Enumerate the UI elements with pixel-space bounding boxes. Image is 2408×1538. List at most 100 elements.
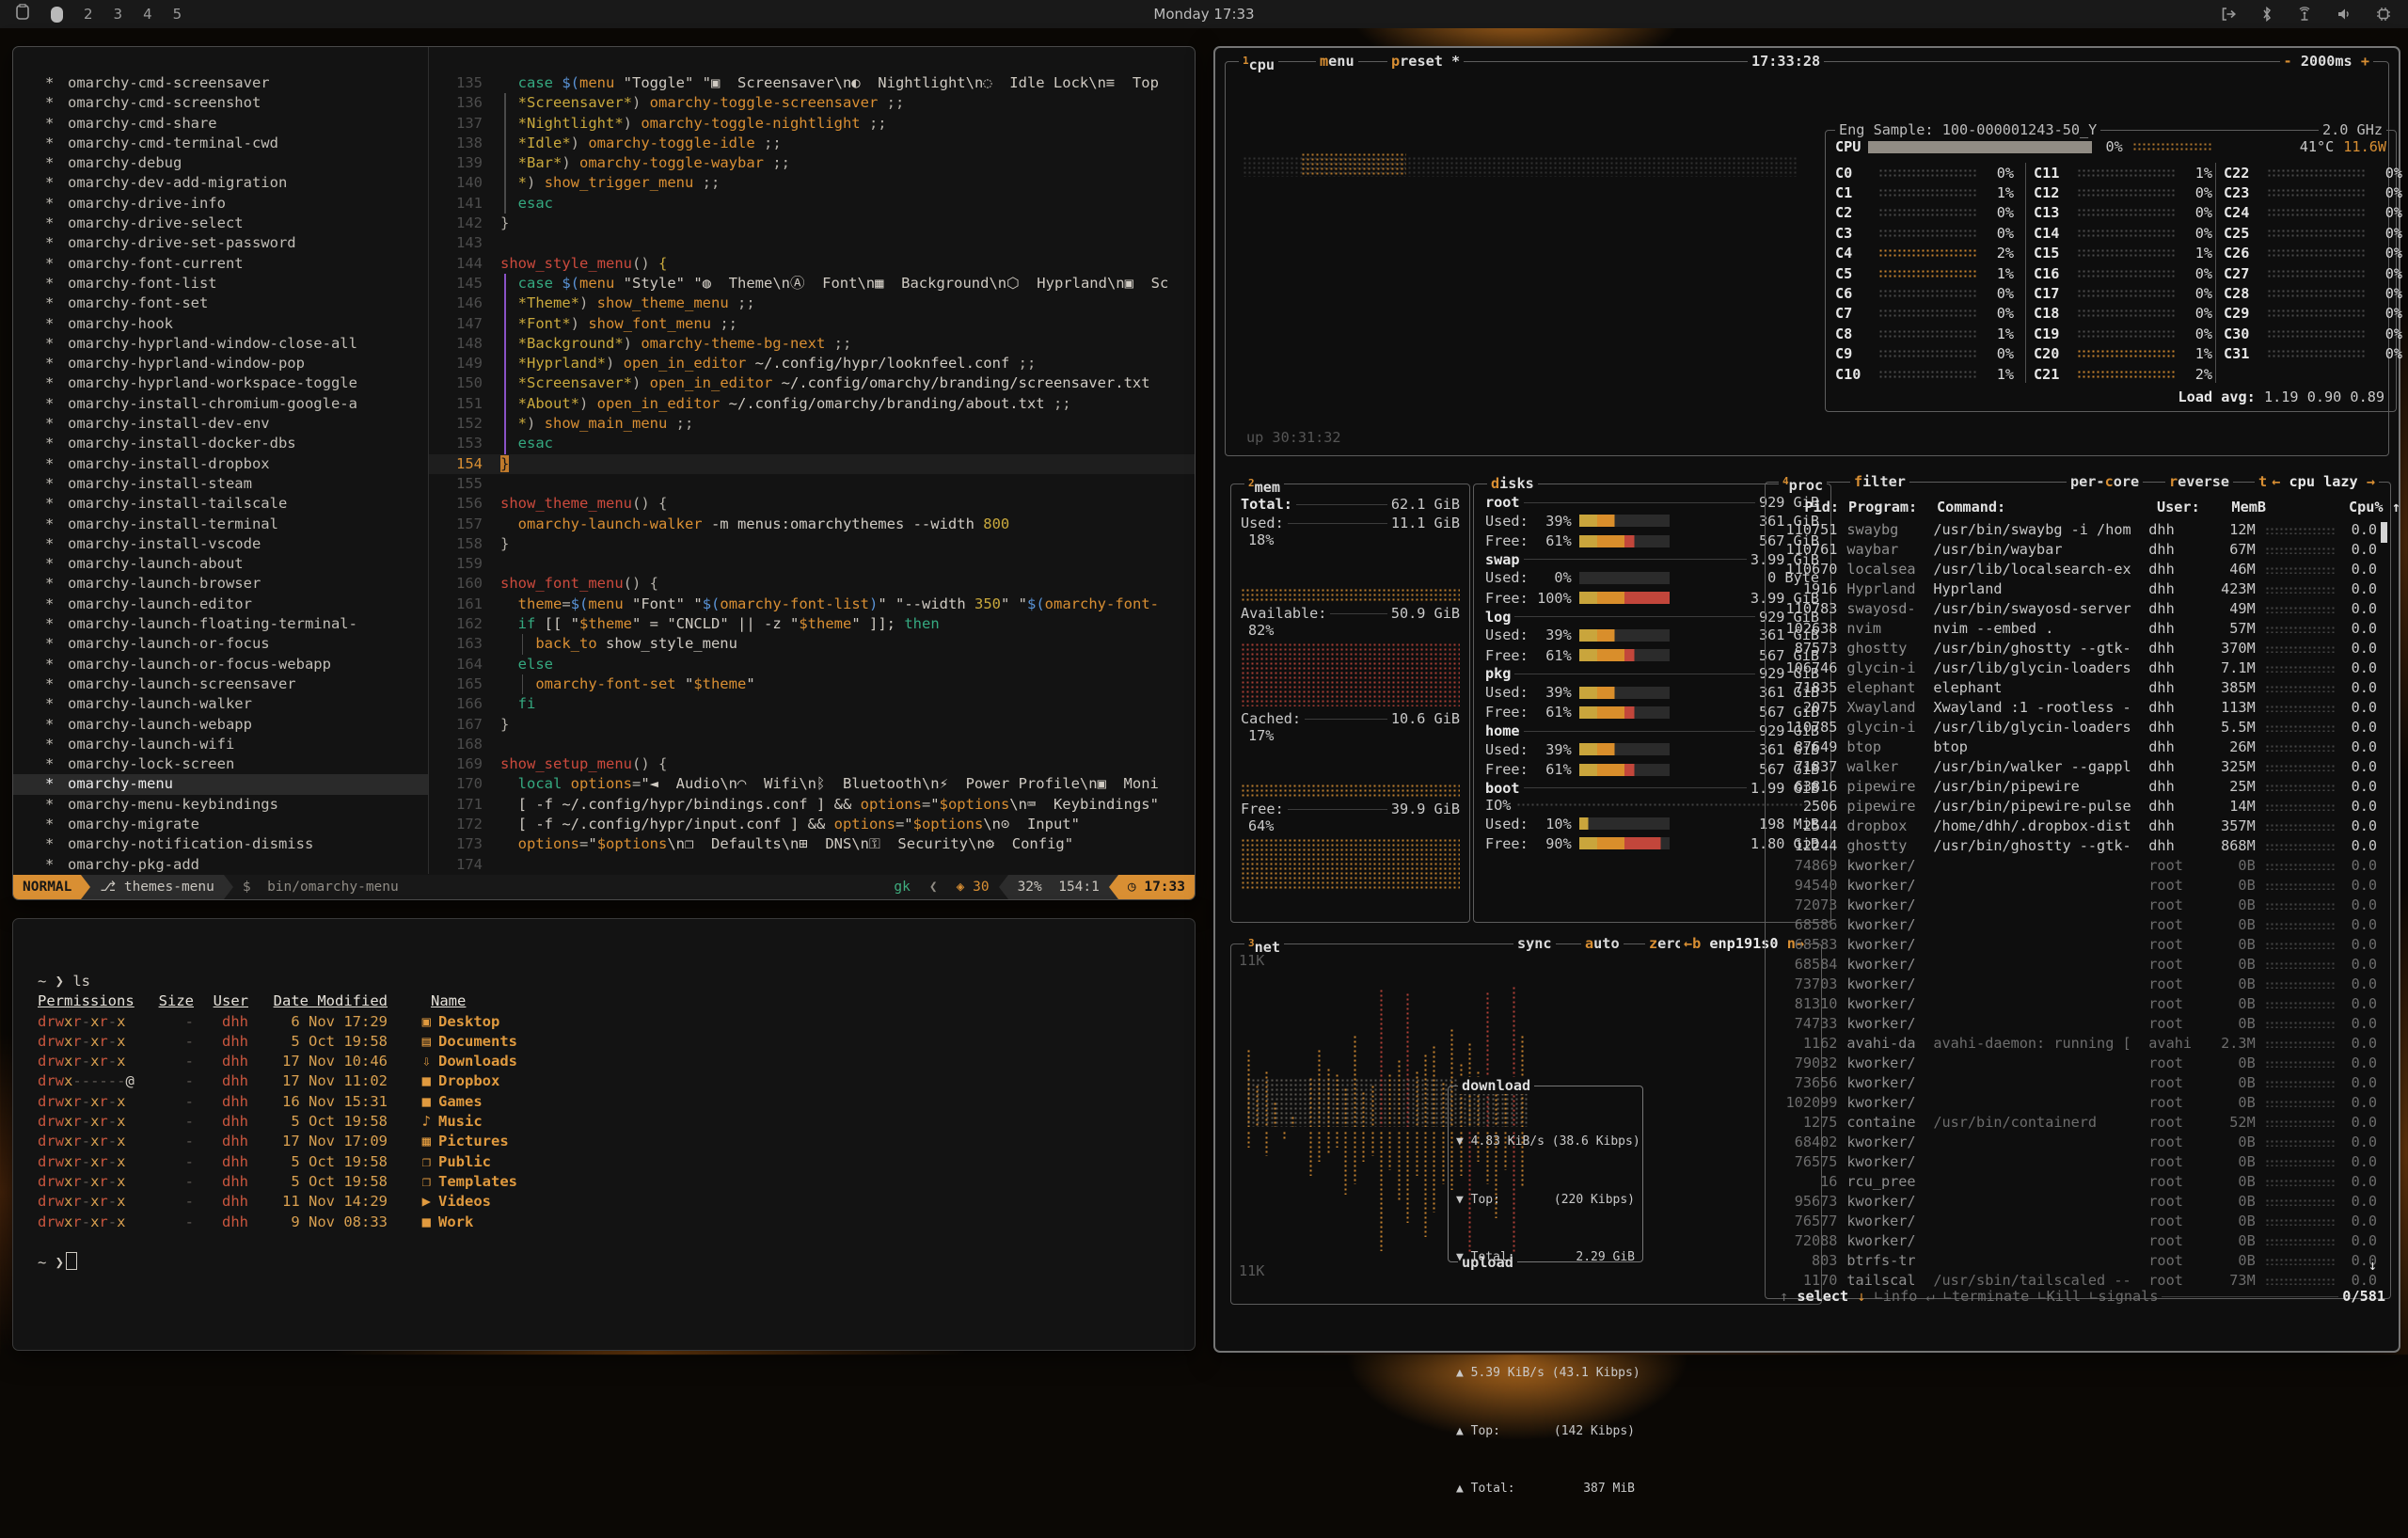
select-action[interactable]: select bbox=[1797, 1288, 1848, 1305]
info-action[interactable]: ∟ bbox=[1875, 1288, 1883, 1305]
process-row[interactable]: 1162avahi-daavahi-daemon: running [avahi… bbox=[1771, 1034, 2377, 1054]
file-item[interactable]: *omarchy-drive-select bbox=[13, 214, 428, 233]
process-row[interactable]: 94540kworker/root0B0.0 bbox=[1771, 876, 2377, 896]
process-row[interactable]: 68583kworker/root0B0.0 bbox=[1771, 935, 2377, 955]
process-row[interactable]: 95673kworker/root0B0.0 bbox=[1771, 1192, 2377, 1212]
process-row[interactable]: 81310kworker/root0B0.0 bbox=[1771, 994, 2377, 1014]
process-row[interactable]: 110761waybar/usr/bin/waybardhh67M0.0 bbox=[1771, 540, 2377, 560]
update-interval[interactable]: - 2000ms + bbox=[2280, 53, 2374, 70]
process-row[interactable]: 74733kworker/root0B0.0 bbox=[1771, 1014, 2377, 1034]
process-row[interactable]: 1275containe/usr/bin/containerdroot52M0.… bbox=[1771, 1113, 2377, 1133]
process-row[interactable]: 87573ghostty/usr/bin/ghostty --gtk-dhh37… bbox=[1771, 639, 2377, 658]
ls-row[interactable]: drwxr-xr-x-dhh9 Nov 08:33■Work bbox=[38, 1213, 1176, 1232]
signals-action[interactable]: ∟ bbox=[2089, 1288, 2098, 1305]
file-item[interactable]: *omarchy-launch-webapp bbox=[13, 715, 428, 735]
process-row[interactable]: 68586kworker/root0B0.0 bbox=[1771, 915, 2377, 935]
process-row[interactable]: 72088kworker/root0B0.0 bbox=[1771, 1231, 2377, 1251]
file-item[interactable]: *omarchy-install-dev-env bbox=[13, 414, 428, 434]
process-row[interactable]: 73703kworker/root0B0.0 bbox=[1771, 975, 2377, 994]
menu-button[interactable]: menu bbox=[1316, 53, 1358, 70]
process-row[interactable]: 71835elephantelephantdhh385M0.0 bbox=[1771, 678, 2377, 698]
net-auto-button[interactable]: auto bbox=[1581, 935, 1624, 952]
proc-box-title[interactable]: 4proc bbox=[1779, 473, 1827, 494]
ls-row[interactable]: drwxr-xr-x-dhh6 Nov 17:29▣Desktop bbox=[38, 1012, 1176, 1032]
file-item[interactable]: *omarchy-launch-browser bbox=[13, 574, 428, 594]
file-item[interactable]: *omarchy-hook bbox=[13, 314, 428, 334]
file-item[interactable]: *omarchy-install-tailscale bbox=[13, 494, 428, 514]
file-item[interactable]: *omarchy-font-set bbox=[13, 293, 428, 313]
filter-button[interactable]: filter bbox=[1850, 473, 1909, 490]
file-item[interactable]: *omarchy-cmd-screenshot bbox=[13, 93, 428, 113]
file-item[interactable]: *omarchy-install-chromium-google-a bbox=[13, 394, 428, 414]
ls-row[interactable]: drwxr-xr-x-dhh5 Oct 19:58▤Documents bbox=[38, 1032, 1176, 1052]
file-item[interactable]: *omarchy-launch-wifi bbox=[13, 735, 428, 754]
file-item[interactable]: *omarchy-debug bbox=[13, 153, 428, 173]
process-row[interactable]: 102638nvimnvim --embed .dhh57M0.0 bbox=[1771, 619, 2377, 639]
file-item[interactable]: *omarchy-menu-keybindings bbox=[13, 795, 428, 815]
file-item[interactable]: *omarchy-hyprland-window-close-all bbox=[13, 334, 428, 354]
ls-row[interactable]: drwxr-xr-x-dhh5 Oct 19:58♪Music bbox=[38, 1112, 1176, 1132]
neovim-window[interactable]: *omarchy-cmd-screensaver*omarchy-cmd-scr… bbox=[12, 46, 1196, 900]
process-row[interactable]: 110785glycin-i/usr/lib/glycin-loadersdhh… bbox=[1771, 718, 2377, 737]
ls-row[interactable]: drwxr-xr-x-dhh5 Oct 19:58❐Public bbox=[38, 1152, 1176, 1172]
file-item[interactable]: *omarchy-launch-floating-terminal- bbox=[13, 614, 428, 634]
process-row[interactable]: 12244ghostty/usr/bin/ghostty --gtk-dhh86… bbox=[1771, 836, 2377, 856]
process-row[interactable]: 72073kworker/root0B0.0 bbox=[1771, 896, 2377, 915]
process-row[interactable]: 106746glycin-i/usr/lib/glycin-loadersdhh… bbox=[1771, 658, 2377, 678]
process-row[interactable]: 79032kworker/root0B0.0 bbox=[1771, 1054, 2377, 1073]
file-item[interactable]: *omarchy-launch-screensaver bbox=[13, 674, 428, 694]
process-row[interactable]: 110783swayosd-/usr/bin/swayosd-serverdhh… bbox=[1771, 599, 2377, 619]
ls-row[interactable]: drwxr-xr-x-dhh17 Nov 17:09▦Pictures bbox=[38, 1132, 1176, 1151]
file-item[interactable]: *omarchy-migrate bbox=[13, 815, 428, 834]
file-item[interactable]: *omarchy-cmd-share bbox=[13, 114, 428, 134]
process-row[interactable]: 68402kworker/root0B0.0 bbox=[1771, 1133, 2377, 1152]
ls-row[interactable]: drwxr-xr-x-dhh5 Oct 19:58❐Templates bbox=[38, 1172, 1176, 1192]
process-row[interactable]: 2544dropbox/home/dhh/.dropbox-distdhh357… bbox=[1771, 817, 2377, 836]
sort-column-switch[interactable]: ← cpu lazy → bbox=[2268, 473, 2379, 490]
process-row[interactable]: 2506pipewire/usr/bin/pipewire-pulsedhh14… bbox=[1771, 797, 2377, 817]
sort-indicator[interactable]: Cpu% ↑ bbox=[2349, 498, 2390, 517]
file-item[interactable]: *omarchy-font-list bbox=[13, 274, 428, 293]
preset-button[interactable]: preset * bbox=[1387, 53, 1464, 70]
process-row[interactable]: 1916HyprlandHyprlanddhh423M0.0 bbox=[1771, 579, 2377, 599]
file-item[interactable]: *omarchy-install-steam bbox=[13, 474, 428, 494]
process-row[interactable]: 803btrfs-trroot0B0.0 bbox=[1771, 1251, 2377, 1271]
proc-scrollbar[interactable] bbox=[2381, 522, 2387, 543]
file-item[interactable]: *omarchy-launch-about bbox=[13, 554, 428, 574]
file-item[interactable]: *omarchy-launch-editor bbox=[13, 595, 428, 614]
reverse-button[interactable]: reverse bbox=[2165, 473, 2233, 490]
file-item[interactable]: *omarchy-hyprland-workspace-toggle bbox=[13, 373, 428, 393]
file-item[interactable]: *omarchy-install-docker-dbs bbox=[13, 434, 428, 453]
disks-box-title[interactable]: disks bbox=[1487, 475, 1538, 492]
process-row[interactable]: 76577kworker/root0B0.0 bbox=[1771, 1212, 2377, 1231]
terminal-window[interactable]: ~ ❯ lsPermissionsSizeUserDate ModifiedNa… bbox=[12, 918, 1196, 1351]
code-buffer[interactable]: case $(menu "Toggle" "▣ Screensaver\n◐ N… bbox=[500, 73, 1195, 875]
process-row[interactable]: 110670localsea/usr/lib/localsearch-exdhh… bbox=[1771, 560, 2377, 579]
terminate-action[interactable]: ∟ bbox=[1943, 1288, 1952, 1305]
process-row[interactable]: 68584kworker/root0B0.0 bbox=[1771, 955, 2377, 975]
ls-row[interactable]: drwxr-xr-x-dhh17 Nov 10:46⇩Downloads bbox=[38, 1052, 1176, 1071]
file-item[interactable]: *omarchy-pkg-add bbox=[13, 855, 428, 875]
per-core-button[interactable]: per-core bbox=[2067, 473, 2143, 490]
file-item[interactable]: *omarchy-drive-set-password bbox=[13, 233, 428, 253]
process-row[interactable]: 110751swaybg/usr/bin/swaybg -i /homdhh12… bbox=[1771, 520, 2377, 540]
mem-box-title[interactable]: 2mem bbox=[1244, 475, 1284, 496]
file-item[interactable]: *omarchy-cmd-terminal-cwd bbox=[13, 134, 428, 153]
btop-window[interactable]: 1cpu menu preset * 17:33:28 - 2000ms + u… bbox=[1213, 46, 2400, 1353]
file-item[interactable]: *omarchy-install-terminal bbox=[13, 515, 428, 534]
process-row[interactable]: 2075XwaylandXwayland :1 -rootless -dhh11… bbox=[1771, 698, 2377, 718]
file-item[interactable]: *omarchy-lock-screen bbox=[13, 754, 428, 774]
file-item[interactable]: *omarchy-launch-walker bbox=[13, 694, 428, 714]
file-item[interactable]: *omarchy-dev-add-migration bbox=[13, 173, 428, 193]
file-item[interactable]: *omarchy-font-current bbox=[13, 254, 428, 274]
kill-action[interactable]: ∟ bbox=[2037, 1288, 2046, 1305]
file-item[interactable]: *omarchy-drive-info bbox=[13, 194, 428, 214]
process-row[interactable]: 102099kworker/root0B0.0 bbox=[1771, 1093, 2377, 1113]
ls-row[interactable]: drwxr-xr-x-dhh11 Nov 14:29▶Videos bbox=[38, 1192, 1176, 1212]
process-row[interactable]: 76575kworker/root0B0.0 bbox=[1771, 1152, 2377, 1172]
process-row[interactable]: 73656kworker/root0B0.0 bbox=[1771, 1073, 2377, 1093]
file-item[interactable]: *omarchy-menu bbox=[13, 774, 428, 794]
process-row[interactable]: 71837walker/usr/bin/walker --gappldhh325… bbox=[1771, 757, 2377, 777]
file-item[interactable]: *omarchy-install-vscode bbox=[13, 534, 428, 554]
process-row[interactable]: 87649btopbtopdhh26M0.0 bbox=[1771, 737, 2377, 757]
